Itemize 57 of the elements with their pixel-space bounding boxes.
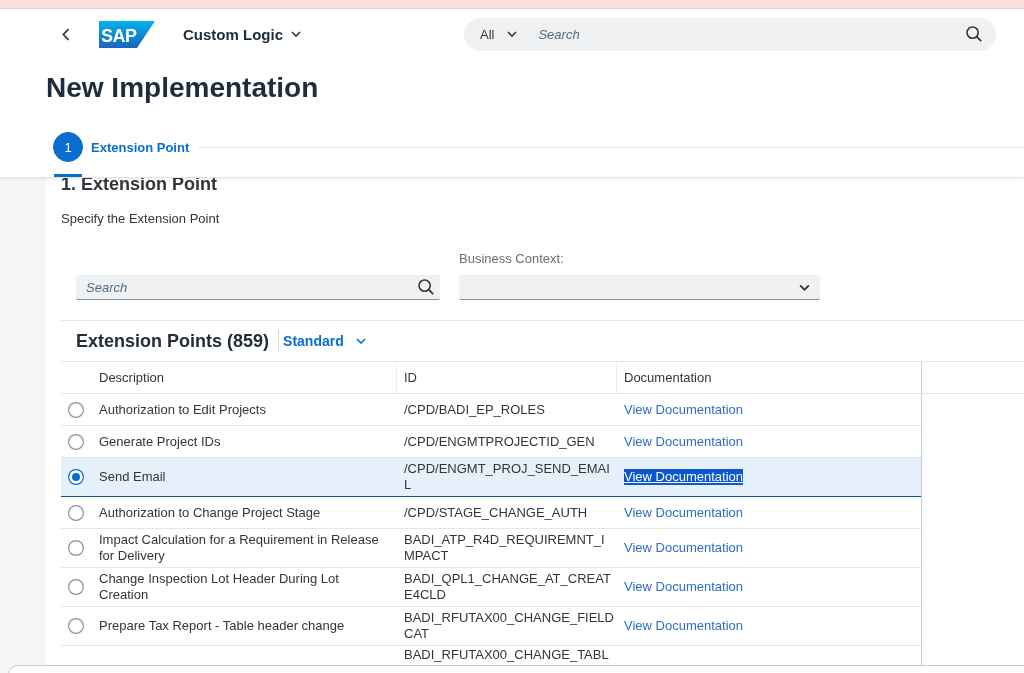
table-row[interactable]: Send Email /CPD/ENGMT_PROJ_SEND_EMAIL View Documentation bbox=[61, 458, 921, 497]
table-cell: BADI_RFUTAX00_CHANGE_FIELDCAT bbox=[404, 610, 615, 642]
table-cell: Generate Project IDs bbox=[99, 433, 221, 450]
instruction-text: Specify the Extension Point bbox=[61, 211, 221, 227]
step-label[interactable]: Extension Point bbox=[91, 139, 190, 155]
table-cell: Authorization to Edit Projects bbox=[99, 401, 266, 418]
table-cell: BADI_RFUTAX00_CHANGE_TABL bbox=[404, 648, 609, 662]
table-cell: /CPD/ENGMTPROJECTID_GEN bbox=[404, 433, 595, 450]
search-input[interactable]: Search bbox=[538, 24, 958, 44]
radio-button[interactable] bbox=[68, 504, 84, 521]
logo[interactable]: SAP bbox=[99, 20, 155, 48]
field-label: Business Context: bbox=[459, 251, 565, 267]
search-icon[interactable] bbox=[418, 279, 434, 295]
caret-icon bbox=[355, 338, 366, 344]
table-cell: Prepare Tax Report - Table header change bbox=[99, 618, 345, 634]
documentation-link[interactable]: View Documentation bbox=[624, 618, 743, 634]
caret-icon bbox=[799, 283, 810, 291]
table-cell: Send Email bbox=[99, 469, 166, 485]
search-icon[interactable] bbox=[966, 26, 982, 42]
column-header[interactable]: ID bbox=[396, 362, 616, 393]
documentation-link[interactable]: View Documentation bbox=[624, 579, 743, 595]
table-cell-text: Impact Calculation for a Requirement in Release for Delivery bbox=[99, 532, 380, 564]
radio-button[interactable] bbox=[68, 540, 84, 556]
table-title: Extension Points (859) bbox=[76, 330, 270, 352]
documentation-link[interactable]: View Documentation bbox=[624, 433, 743, 450]
business-context-select[interactable] bbox=[459, 275, 820, 300]
back-icon[interactable] bbox=[62, 27, 70, 41]
table-cell: Authorization to Change Project Stage bbox=[99, 504, 321, 521]
documentation-link[interactable]: View Documentation bbox=[624, 504, 743, 521]
documentation-link[interactable]: View Documentation bbox=[624, 401, 743, 418]
page-title: New Implementation bbox=[45, 71, 320, 105]
table-cell-text: BADI_ATP_R4D_REQUIREMNT_IMPACT bbox=[404, 532, 606, 564]
column-header[interactable]: Description bbox=[90, 362, 396, 393]
radio-button[interactable] bbox=[68, 579, 84, 595]
column-header[interactable]: Documentation bbox=[616, 362, 921, 393]
search-field[interactable]: Search bbox=[76, 275, 440, 300]
caret-icon bbox=[507, 31, 518, 37]
table-cell-text: BADI_QPL1_CHANGE_AT_CREATE4CLD bbox=[404, 571, 612, 603]
app-title-menu[interactable]: Custom Logic bbox=[183, 25, 301, 43]
search-bar[interactable]: All Search bbox=[464, 17, 996, 51]
caret-icon bbox=[291, 31, 301, 37]
scope-select[interactable]: All bbox=[480, 26, 518, 42]
table-cell: /CPD/STAGE_CHANGE_AUTH bbox=[404, 504, 588, 521]
search-input[interactable]: Search bbox=[86, 277, 410, 297]
active-step-indicator bbox=[54, 174, 82, 177]
documentation-link[interactable]: View Documentation bbox=[624, 540, 743, 556]
radio-button[interactable] bbox=[68, 433, 84, 450]
radio-button[interactable] bbox=[68, 469, 84, 485]
radio-button[interactable] bbox=[68, 618, 84, 634]
documentation-link[interactable]: View Documentation bbox=[624, 469, 743, 485]
table-cell-text: /CPD/ENGMT_PROJ_SEND_EMAIL bbox=[404, 461, 611, 493]
variant-select[interactable]: Standard bbox=[283, 333, 366, 349]
table-cell-text: Change Inspection Lot Header During Lot Creation bbox=[99, 571, 340, 603]
radio-button[interactable] bbox=[68, 401, 84, 418]
step-number[interactable]: 1 bbox=[53, 132, 83, 162]
section-heading: 1. Extension Point bbox=[61, 176, 219, 192]
table-cell: /CPD/BADI_EP_ROLES bbox=[404, 401, 545, 418]
